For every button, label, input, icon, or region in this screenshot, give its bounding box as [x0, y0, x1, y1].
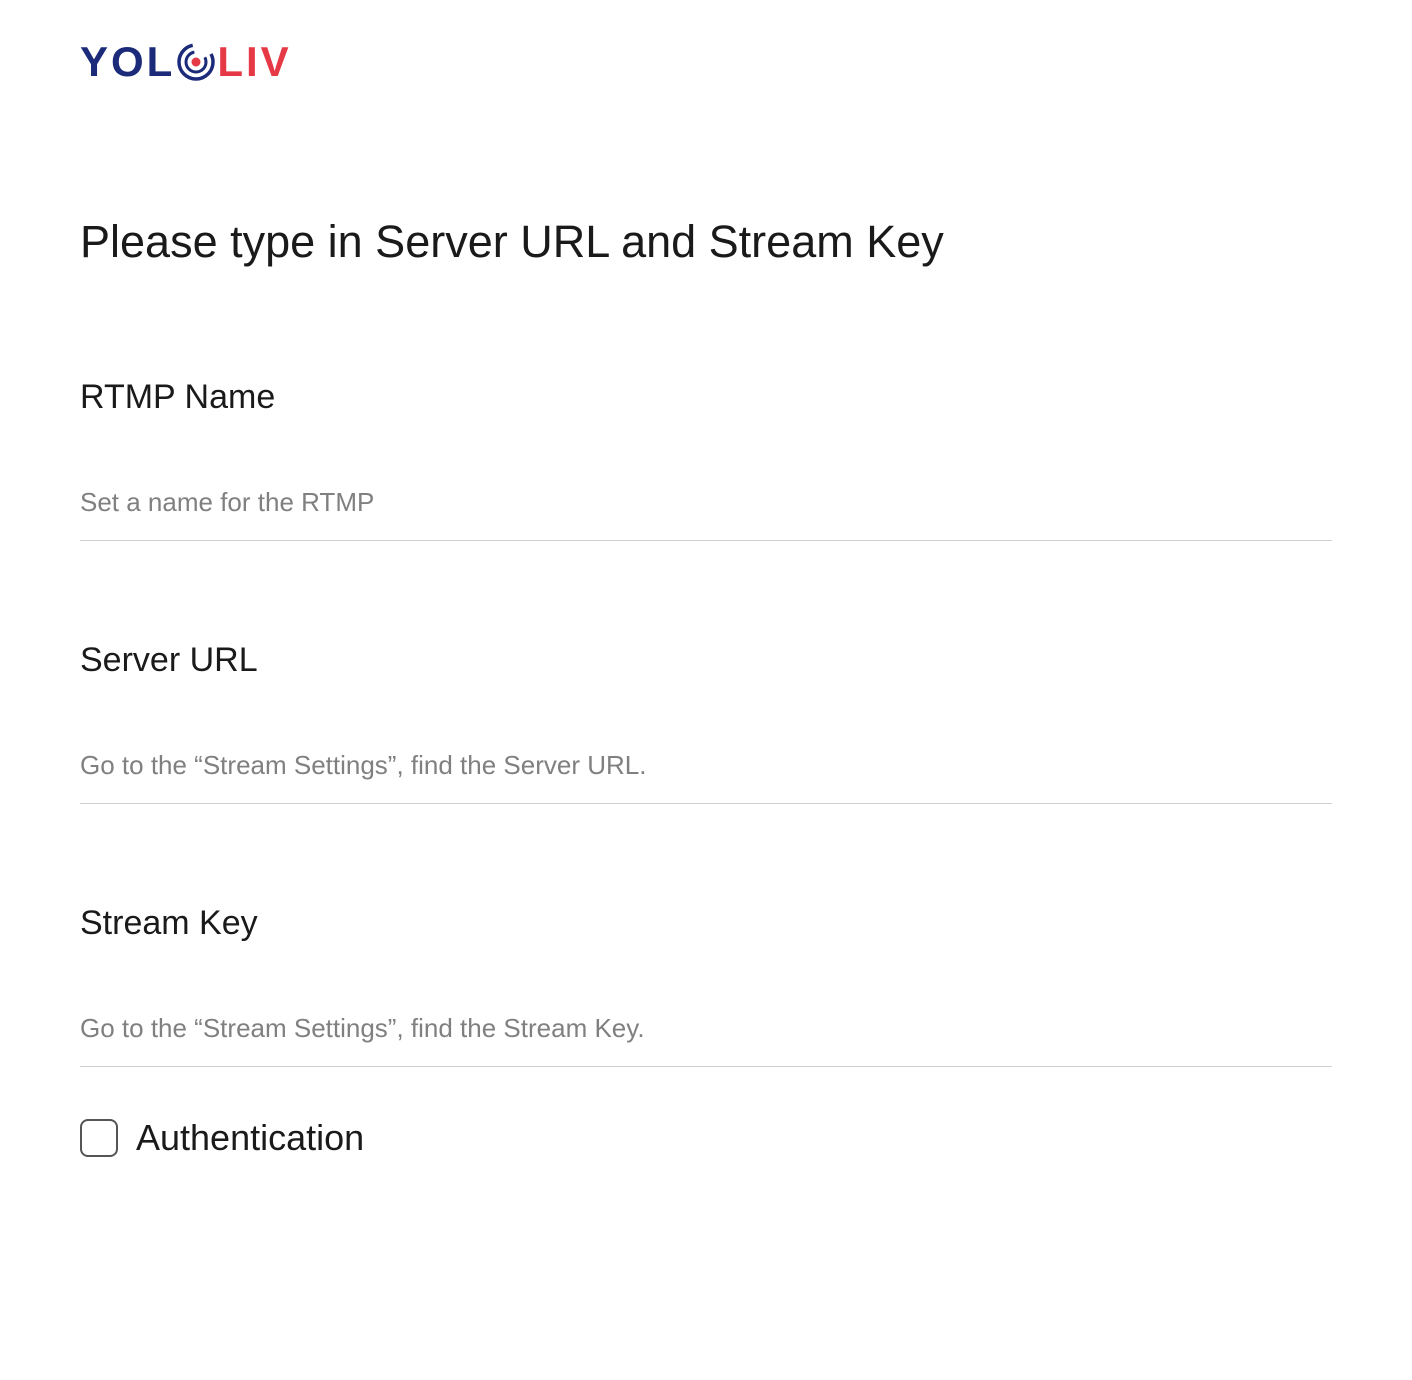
authentication-label: Authentication — [136, 1117, 364, 1159]
rtmp-name-label: RTMP Name — [80, 378, 1332, 417]
logo-text-liv: LIV — [217, 38, 291, 86]
rtmp-name-input[interactable] — [80, 477, 1332, 541]
server-url-label: Server URL — [80, 641, 1332, 680]
logo-target-icon — [175, 41, 217, 83]
rtmp-name-section: RTMP Name — [80, 378, 1332, 541]
stream-key-label: Stream Key — [80, 904, 1332, 943]
brand-logo: YOL LIV — [80, 38, 1332, 86]
page-title: Please type in Server URL and Stream Key — [80, 216, 1332, 268]
authentication-row: Authentication — [80, 1117, 1332, 1159]
server-url-input[interactable] — [80, 740, 1332, 804]
logo-text-yol: YOL — [80, 38, 175, 86]
stream-key-section: Stream Key — [80, 904, 1332, 1067]
stream-key-input[interactable] — [80, 1003, 1332, 1067]
authentication-checkbox[interactable] — [80, 1119, 118, 1157]
server-url-section: Server URL — [80, 641, 1332, 804]
